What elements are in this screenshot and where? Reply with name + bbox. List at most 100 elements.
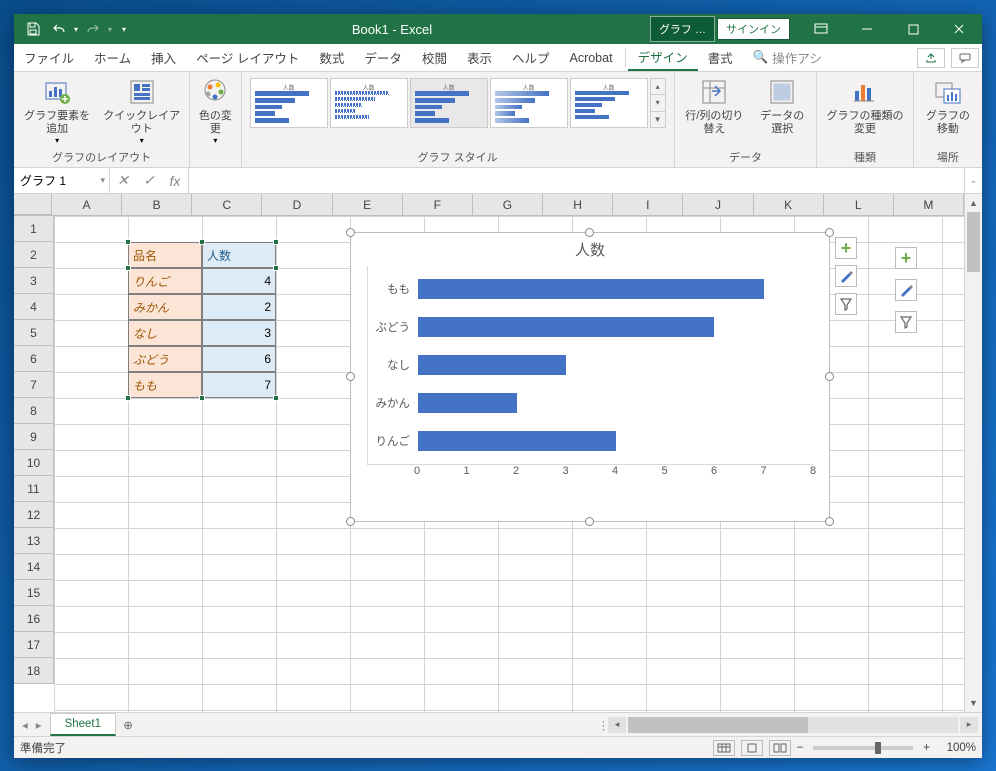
tab-insert[interactable]: 挿入 [141,44,186,71]
row-header[interactable]: 11 [14,476,54,502]
chart-tools-context[interactable]: グラフ … [650,16,715,42]
row-header[interactable]: 17 [14,632,54,658]
enter-icon[interactable]: ✓ [136,168,162,193]
table-cell-count[interactable]: 7 [202,372,276,398]
row-header[interactable]: 4 [14,294,54,320]
zoom-out-icon[interactable]: − [797,742,804,754]
tab-design[interactable]: デザイン [628,44,698,71]
change-chart-type-button[interactable]: グラフの種類の変更 [821,74,908,138]
row-header[interactable]: 16 [14,606,54,632]
save-icon[interactable] [22,18,44,40]
comments-icon[interactable] [951,48,979,68]
row-header[interactable]: 18 [14,658,54,684]
view-pagebreak-icon[interactable] [769,740,791,756]
chart-style-3[interactable]: 人数 [410,78,488,128]
col-header[interactable]: M [894,194,964,215]
chart-bar[interactable] [418,355,566,375]
close-icon[interactable] [936,14,982,44]
zoom-in-icon[interactable]: + [923,742,930,754]
row-header[interactable]: 2 [14,242,54,268]
add-sheet-icon[interactable]: ⊕ [116,713,140,736]
switch-row-col-button[interactable]: 行/列の切り替え [679,74,750,138]
share-icon[interactable] [917,48,945,68]
minimize-icon[interactable] [844,14,890,44]
add-chart-element-button[interactable]: グラフ要素を追加▾ [18,74,96,147]
tab-format[interactable]: 書式 [698,44,743,71]
table-cell-item[interactable]: みかん [128,294,202,320]
chart-bar[interactable] [418,279,764,299]
chart-bar[interactable] [418,393,517,413]
tab-file[interactable]: ファイル [14,44,84,71]
chart-elements-icon[interactable]: + [835,237,857,259]
fx-icon[interactable]: fx [162,168,188,193]
table-header-count[interactable]: 人数 [202,242,276,268]
select-data-button[interactable]: データの選択 [752,74,812,138]
row-header[interactable]: 1 [14,216,54,242]
row-header[interactable]: 15 [14,580,54,606]
row-header[interactable]: 7 [14,372,54,398]
move-chart-button[interactable]: グラフの移動 [918,74,978,138]
col-header[interactable]: F [403,194,473,215]
chart-style-2[interactable]: 人数 [330,78,408,128]
formula-expand-icon[interactable]: ⌄ [964,168,982,193]
chart-style-4[interactable]: 人数 [490,78,568,128]
row-header[interactable]: 8 [14,398,54,424]
chart-style-1[interactable]: 人数 [250,78,328,128]
table-cell-item[interactable]: もも [128,372,202,398]
select-all-corner[interactable] [14,194,52,215]
maximize-icon[interactable] [890,14,936,44]
row-header[interactable]: 12 [14,502,54,528]
table-header-item[interactable]: 品名 [128,242,202,268]
chart-styles-icon-2[interactable] [895,279,917,301]
col-header[interactable]: H [543,194,613,215]
chart-title[interactable]: 人数 [351,233,829,262]
worksheet-grid[interactable]: ABCDEFGHIJKLM 12345678910111213141516171… [14,194,982,712]
chart-styles-icon[interactable] [835,265,857,287]
col-header[interactable]: G [473,194,543,215]
table-cell-count[interactable]: 3 [202,320,276,346]
chart-bar[interactable] [418,431,616,451]
row-header[interactable]: 9 [14,424,54,450]
col-header[interactable]: L [824,194,894,215]
chart-filter-icon[interactable] [835,293,857,315]
row-header[interactable]: 6 [14,346,54,372]
row-header[interactable]: 14 [14,554,54,580]
vertical-scrollbar[interactable]: ▲ ▼ [964,194,982,712]
tab-formulas[interactable]: 数式 [309,44,354,71]
table-cell-count[interactable]: 6 [202,346,276,372]
sheet-tab-1[interactable]: Sheet1 [50,713,116,736]
change-colors-button[interactable]: 色の変更▾ [194,74,236,147]
horizontal-scrollbar[interactable]: ⋮ ◂ ▸ [140,713,982,736]
undo-icon[interactable] [48,18,70,40]
name-box[interactable]: グラフ 1 [14,168,110,193]
zoom-slider[interactable] [813,746,913,750]
chart-style-5[interactable]: 人数 [570,78,648,128]
row-header[interactable]: 5 [14,320,54,346]
row-header[interactable]: 10 [14,450,54,476]
table-cell-count[interactable]: 2 [202,294,276,320]
chart-bar[interactable] [418,317,714,337]
redo-icon[interactable] [82,18,104,40]
tab-pagelayout[interactable]: ページ レイアウト [186,44,309,71]
col-header[interactable]: J [683,194,753,215]
chart-elements-icon-2[interactable]: + [895,247,917,269]
col-header[interactable]: K [754,194,824,215]
table-cell-item[interactable]: ぶどう [128,346,202,372]
tab-acrobat[interactable]: Acrobat [559,44,622,71]
view-normal-icon[interactable] [713,740,735,756]
row-header[interactable]: 13 [14,528,54,554]
tab-help[interactable]: ヘルプ [502,44,560,71]
quick-layout-button[interactable]: クイックレイアウト▾ [98,74,185,147]
col-header[interactable]: A [52,194,122,215]
col-header[interactable]: B [122,194,192,215]
table-cell-count[interactable]: 4 [202,268,276,294]
col-header[interactable]: C [192,194,262,215]
col-header[interactable]: D [262,194,332,215]
formula-input[interactable] [189,168,964,193]
zoom-level[interactable]: 100% [936,742,976,754]
row-header[interactable]: 3 [14,268,54,294]
chart-filter-icon-2[interactable] [895,311,917,333]
col-header[interactable]: E [333,194,403,215]
table-cell-item[interactable]: りんご [128,268,202,294]
tab-home[interactable]: ホーム [84,44,141,71]
